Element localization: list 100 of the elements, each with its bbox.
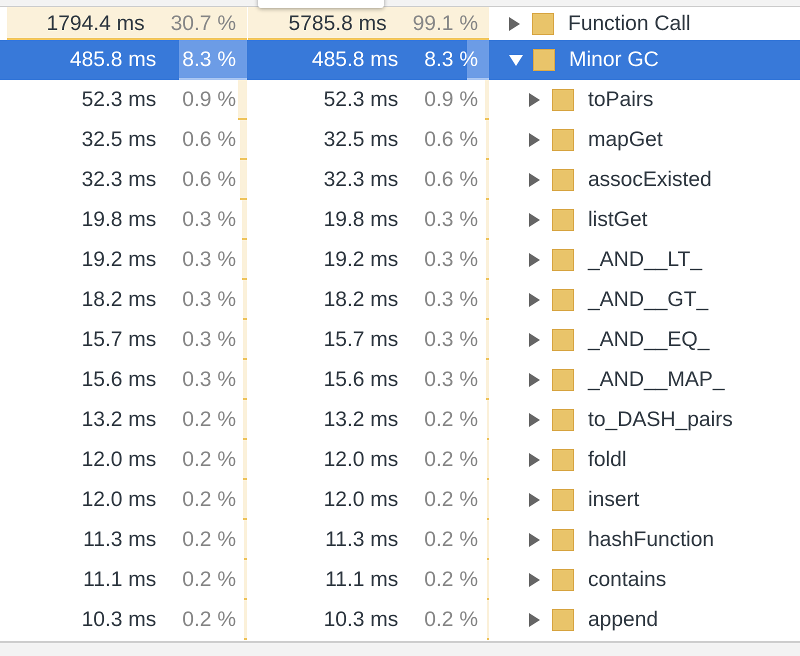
- category-square-icon: [552, 489, 574, 511]
- percent-value: 30.7 %: [170, 12, 236, 36]
- table-row[interactable]: 19.2 ms 0.3 % 19.2 ms 0.3 % _AND__LT_: [0, 240, 800, 280]
- function-name: _AND__MAP_: [588, 368, 725, 392]
- percent-value: 0.6 %: [182, 128, 236, 152]
- expand-arrow-icon[interactable]: [529, 453, 540, 467]
- table-row[interactable]: 15.6 ms 0.3 % 15.6 ms 0.3 % _AND__MAP_: [0, 360, 800, 400]
- time-value: 19.2 ms: [324, 248, 398, 272]
- time-value: 10.3 ms: [82, 608, 156, 632]
- time-value: 52.3 ms: [324, 88, 398, 112]
- category-square-icon: [552, 289, 574, 311]
- percent-value: 0.2 %: [424, 568, 478, 592]
- percent-value: 0.2 %: [424, 448, 478, 472]
- table-row[interactable]: 13.2 ms 0.2 % 13.2 ms 0.2 % to_DASH_pairs: [0, 400, 800, 440]
- category-square-icon: [532, 12, 554, 34]
- percent-value: 0.2 %: [182, 408, 236, 432]
- time-value: 15.7 ms: [82, 328, 156, 352]
- percent-value: 0.3 %: [424, 208, 478, 232]
- function-name: mapGet: [588, 128, 663, 152]
- function-name: append: [588, 608, 658, 632]
- category-square-icon: [552, 89, 574, 111]
- function-name: _AND__LT_: [588, 248, 702, 272]
- expand-arrow-icon[interactable]: [529, 173, 540, 187]
- percent-value: 0.9 %: [182, 88, 236, 112]
- expand-arrow-icon[interactable]: [529, 613, 540, 627]
- function-name: hashFunction: [588, 528, 714, 552]
- function-name: contains: [588, 568, 666, 592]
- percent-value: 8.3 %: [182, 48, 236, 72]
- percent-value: 0.2 %: [424, 408, 478, 432]
- percent-value: 0.3 %: [424, 248, 478, 272]
- time-value: 12.0 ms: [82, 448, 156, 472]
- time-value: 12.0 ms: [82, 488, 156, 512]
- category-square-icon: [552, 569, 574, 591]
- category-square-icon: [533, 49, 555, 71]
- category-square-icon: [552, 329, 574, 351]
- table-row[interactable]: 12.0 ms 0.2 % 12.0 ms 0.2 % insert: [0, 480, 800, 520]
- percent-value: 0.3 %: [182, 248, 236, 272]
- percent-value: 0.2 %: [424, 608, 478, 632]
- time-value: 32.3 ms: [324, 168, 398, 192]
- expand-arrow-icon[interactable]: [529, 373, 540, 387]
- table-row[interactable]: 11.1 ms 0.2 % 11.1 ms 0.2 % contains: [0, 560, 800, 600]
- expand-arrow-icon[interactable]: [529, 573, 540, 587]
- time-value: 15.6 ms: [82, 368, 156, 392]
- time-value: 12.0 ms: [324, 448, 398, 472]
- percent-value: 0.3 %: [424, 328, 478, 352]
- time-value: 13.2 ms: [82, 408, 156, 432]
- function-name: listGet: [588, 208, 648, 232]
- time-value: 52.3 ms: [82, 88, 156, 112]
- percent-value: 0.3 %: [182, 288, 236, 312]
- table-row[interactable]: 19.8 ms 0.3 % 19.8 ms 0.3 % listGet: [0, 200, 800, 240]
- function-name: assocExisted: [588, 168, 712, 192]
- time-value: 11.3 ms: [325, 528, 398, 552]
- expand-arrow-icon[interactable]: [529, 493, 540, 507]
- time-value: 19.2 ms: [82, 248, 156, 272]
- function-name: insert: [588, 488, 640, 512]
- time-value: 15.7 ms: [324, 328, 398, 352]
- percent-value: 0.6 %: [424, 168, 478, 192]
- table-row[interactable]: 1794.4 ms 30.7 % 5785.8 ms 99.1 % Function Call: [0, 7, 800, 40]
- expand-arrow-icon[interactable]: [529, 333, 540, 347]
- category-square-icon: [552, 209, 574, 231]
- time-value: 11.1 ms: [325, 568, 398, 592]
- time-value: 5785.8 ms: [288, 12, 387, 36]
- time-value: 15.6 ms: [324, 368, 398, 392]
- function-name: _AND__GT_: [588, 288, 708, 312]
- percent-value: 8.3 %: [424, 48, 478, 72]
- table-row[interactable]: 11.3 ms 0.2 % 11.3 ms 0.2 % hashFunction: [0, 520, 800, 560]
- percent-value: 0.2 %: [182, 488, 236, 512]
- category-square-icon: [552, 369, 574, 391]
- time-value: 19.8 ms: [324, 208, 398, 232]
- expand-arrow-icon[interactable]: [529, 213, 540, 227]
- time-value: 485.8 ms: [70, 48, 156, 72]
- percent-value: 0.2 %: [424, 528, 478, 552]
- expand-arrow-icon[interactable]: [529, 93, 540, 107]
- time-value: 13.2 ms: [324, 408, 398, 432]
- expand-arrow-icon[interactable]: [529, 413, 540, 427]
- percent-value: 0.6 %: [182, 168, 236, 192]
- percent-value: 0.2 %: [182, 608, 236, 632]
- table-row[interactable]: 52.3 ms 0.9 % 52.3 ms 0.9 % toPairs: [0, 80, 800, 120]
- expand-arrow-icon[interactable]: [529, 293, 540, 307]
- expand-arrow-icon[interactable]: [529, 253, 540, 267]
- function-name: to_DASH_pairs: [588, 408, 733, 432]
- percent-value: 99.1 %: [412, 12, 478, 36]
- percent-value: 0.3 %: [182, 328, 236, 352]
- time-value: 18.2 ms: [82, 288, 156, 312]
- table-row[interactable]: 485.8 ms 8.3 % 485.8 ms 8.3 % Minor GC: [0, 40, 800, 80]
- category-square-icon: [552, 409, 574, 431]
- table-row[interactable]: 32.5 ms 0.6 % 32.5 ms 0.6 % mapGet: [0, 120, 800, 160]
- table-row[interactable]: 12.0 ms 0.2 % 12.0 ms 0.2 % foldl: [0, 440, 800, 480]
- time-value: 10.3 ms: [324, 608, 398, 632]
- table-row[interactable]: 18.2 ms 0.3 % 18.2 ms 0.3 % _AND__GT_: [0, 280, 800, 320]
- function-name: foldl: [588, 448, 627, 472]
- expand-arrow-icon[interactable]: [529, 133, 540, 147]
- expand-arrow-icon[interactable]: [529, 533, 540, 547]
- table-row[interactable]: 32.3 ms 0.6 % 32.3 ms 0.6 % assocExisted: [0, 160, 800, 200]
- percent-value: 0.2 %: [182, 568, 236, 592]
- category-square-icon: [552, 609, 574, 631]
- time-value: 32.3 ms: [82, 168, 156, 192]
- table-row[interactable]: 15.7 ms 0.3 % 15.7 ms 0.3 % _AND__EQ_: [0, 320, 800, 360]
- percent-value: 0.3 %: [182, 368, 236, 392]
- percent-value: 0.9 %: [424, 88, 478, 112]
